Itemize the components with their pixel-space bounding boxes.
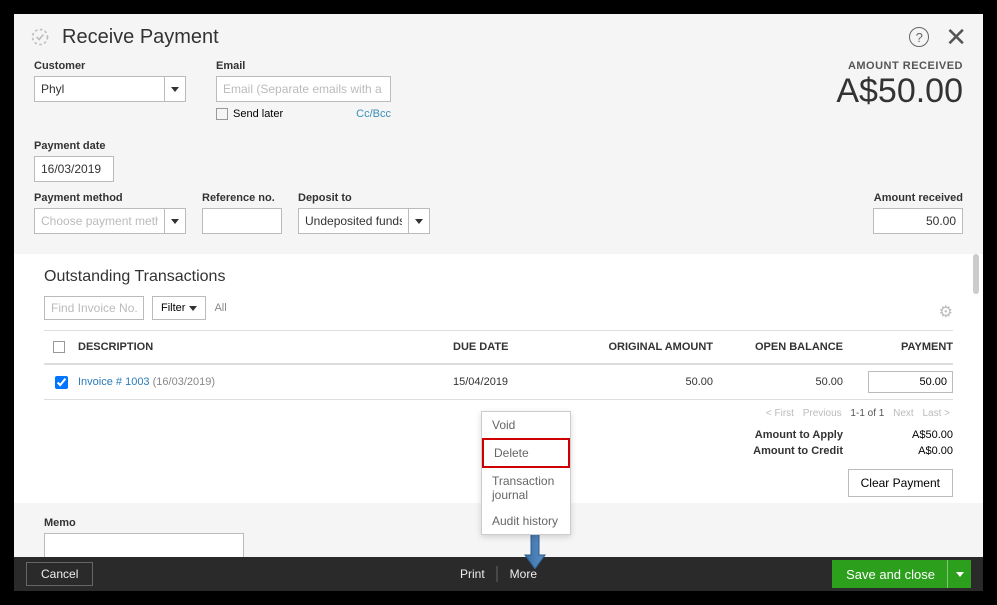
pager-last[interactable]: Last > [922, 408, 950, 419]
more-link[interactable]: More [498, 567, 549, 581]
scrollbar[interactable] [973, 254, 979, 294]
amount-to-credit-label: Amount to Credit [753, 445, 843, 457]
amount-received-input[interactable] [873, 208, 963, 234]
menu-delete[interactable]: Delete [482, 438, 570, 468]
payment-method-field: Payment method [34, 192, 186, 234]
receive-payment-icon [30, 27, 50, 47]
invoice-date: (16/03/2019) [153, 376, 215, 388]
customer-label: Customer [34, 60, 186, 72]
row-due-date: 15/04/2019 [453, 376, 573, 388]
find-invoice-input[interactable] [44, 296, 144, 320]
pager-range: 1-1 of 1 [850, 408, 884, 419]
pager-next[interactable]: Next [893, 408, 914, 419]
payment-date-field: Payment date [34, 140, 114, 182]
row-checkbox[interactable] [55, 376, 68, 389]
customer-input[interactable] [34, 76, 164, 102]
send-later-checkbox[interactable] [216, 108, 228, 120]
print-link[interactable]: Print [448, 567, 497, 581]
outstanding-transactions-title: Outstanding Transactions [44, 268, 953, 286]
table-row: Invoice # 1003 (16/03/2019) 15/04/2019 5… [44, 364, 953, 400]
amount-to-apply-label: Amount to Apply [755, 429, 843, 441]
amount-received-field-label: Amount received [873, 192, 963, 204]
transactions-table: DESCRIPTION DUE DATE ORIGINAL AMOUNT OPE… [44, 330, 953, 400]
amount-received-display: AMOUNT RECEIVED A$50.00 [836, 60, 963, 120]
reference-no-label: Reference no. [202, 192, 282, 204]
deposit-to-field: Deposit to [298, 192, 430, 234]
amount-to-apply-value: A$50.00 [883, 429, 953, 441]
gear-icon[interactable]: ⚙ [939, 302, 953, 322]
col-description: DESCRIPTION [78, 341, 453, 353]
col-original-amount: ORIGINAL AMOUNT [573, 341, 713, 353]
payment-method-dropdown-button[interactable] [164, 208, 186, 234]
payment-date-label: Payment date [34, 140, 114, 152]
payment-date-input[interactable] [34, 156, 114, 182]
amount-received-field: Amount received [873, 192, 963, 234]
help-icon[interactable]: ? [909, 27, 929, 47]
menu-void[interactable]: Void [482, 412, 570, 438]
pager-prev[interactable]: Previous [803, 408, 842, 419]
invoice-link[interactable]: Invoice # 1003 [78, 376, 150, 388]
select-all-checkbox[interactable] [53, 341, 65, 353]
col-due-date: DUE DATE [453, 341, 573, 353]
cancel-button[interactable]: Cancel [26, 562, 93, 586]
menu-audit-history[interactable]: Audit history [482, 508, 570, 534]
more-menu: Void Delete Transaction journal Audit hi… [481, 411, 571, 535]
ccbcc-link[interactable]: Cc/Bcc [356, 108, 391, 120]
email-field: Email Send later Cc/Bcc [216, 60, 391, 120]
row-original-amount: 50.00 [573, 376, 713, 388]
payment-method-input[interactable] [34, 208, 164, 234]
pager-first[interactable]: < First [766, 408, 794, 419]
amount-received-label: AMOUNT RECEIVED [836, 60, 963, 72]
row-open-balance: 50.00 [713, 376, 843, 388]
page-title: Receive Payment [62, 26, 909, 49]
close-icon[interactable]: ✕ [945, 24, 967, 50]
row-payment-input[interactable] [868, 371, 953, 393]
customer-field: Customer [34, 60, 186, 120]
email-label: Email [216, 60, 391, 72]
reference-no-input[interactable] [202, 208, 282, 234]
save-and-close-button[interactable]: Save and close [832, 560, 971, 588]
send-later-label: Send later [233, 108, 283, 120]
deposit-to-dropdown-button[interactable] [408, 208, 430, 234]
deposit-to-input[interactable] [298, 208, 408, 234]
amount-received-value: A$50.00 [836, 72, 963, 111]
reference-no-field: Reference no. [202, 192, 282, 234]
customer-dropdown-button[interactable] [164, 76, 186, 102]
col-payment: PAYMENT [843, 341, 953, 353]
email-input[interactable] [216, 76, 391, 102]
footer-bar: Cancel Print More Save and close [14, 557, 983, 591]
menu-transaction-journal[interactable]: Transaction journal [482, 468, 570, 508]
deposit-to-label: Deposit to [298, 192, 430, 204]
payment-method-label: Payment method [34, 192, 186, 204]
save-dropdown-caret[interactable] [947, 560, 971, 588]
amount-to-credit-value: A$0.00 [883, 445, 953, 457]
filter-all-label: All [214, 302, 226, 314]
filter-button[interactable]: Filter [152, 296, 206, 320]
col-open-balance: OPEN BALANCE [713, 341, 843, 353]
table-header: DESCRIPTION DUE DATE ORIGINAL AMOUNT OPE… [44, 330, 953, 364]
modal-header: Receive Payment ? ✕ [14, 14, 983, 60]
clear-payment-button[interactable]: Clear Payment [848, 469, 953, 497]
